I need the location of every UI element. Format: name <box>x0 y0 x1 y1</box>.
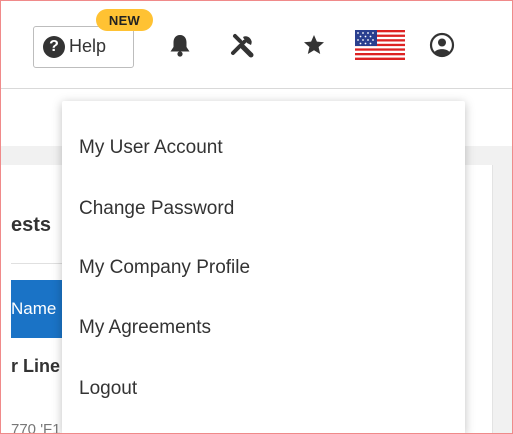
viewport-frame <box>0 0 513 434</box>
